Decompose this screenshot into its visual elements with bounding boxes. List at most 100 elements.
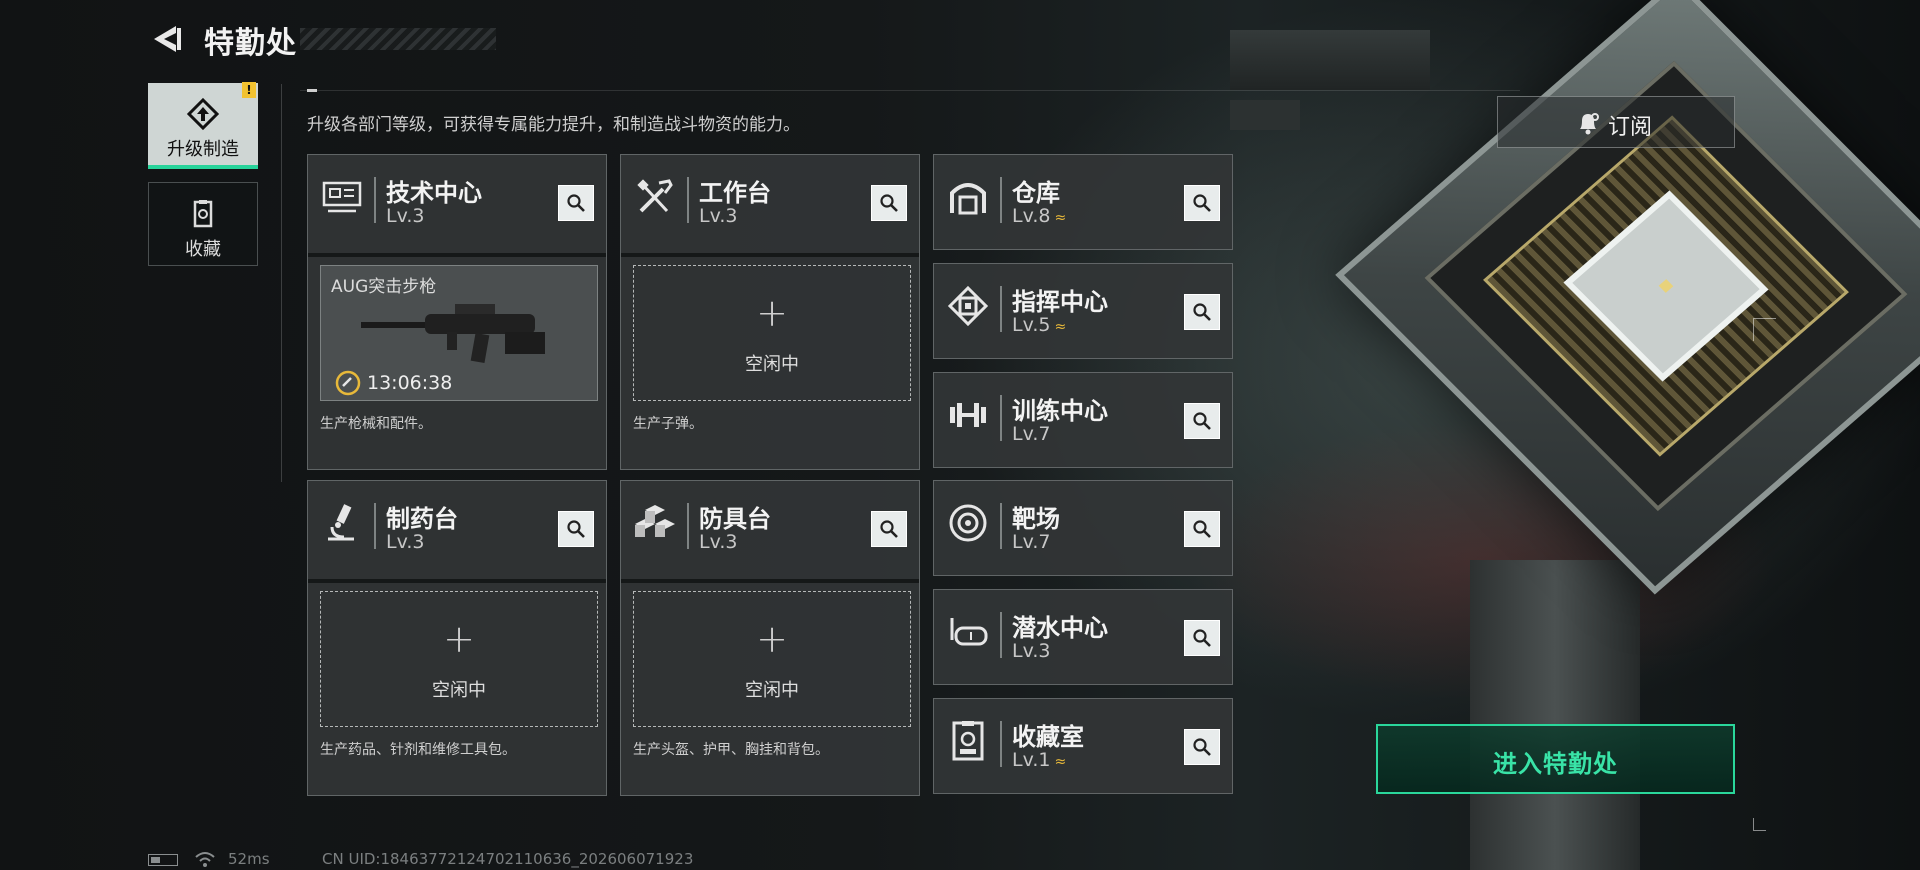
dept-card-range[interactable]: 靶场 Lv.7 [933,480,1233,576]
search-icon [1193,520,1211,538]
production-slot-empty[interactable]: + 空闲中 [633,265,911,401]
sidebar-item-label: 收藏 [185,239,221,260]
dumbbell-icon [950,403,986,427]
dept-note: 生产药品、针剂和维修工具包。 [320,742,516,758]
dept-name: 指挥中心 [1012,288,1108,316]
dept-card-diving[interactable]: 潜水中心 Lv.3 [933,589,1233,685]
dept-level: Lv.3 [386,205,425,227]
upgrade-icon [186,97,220,131]
sidebar-item-collection[interactable]: 收藏 [148,182,258,266]
chip-icon [947,285,989,327]
warehouse-icon [950,183,986,215]
add-icon: + [443,617,475,661]
sidebar-item-label: 升级制造 [167,139,239,160]
subscribe-button[interactable]: 订阅 [1497,96,1735,148]
search-button[interactable] [1184,620,1220,656]
tools-icon [637,179,673,213]
dept-card-vault[interactable]: 收藏室 Lv.1 ≈ [933,698,1233,794]
bell-subscribe-icon [1580,113,1599,135]
upgrade-available-icon: ≈ [1054,319,1066,335]
back-arrow-icon [154,26,181,52]
search-button[interactable] [1184,511,1220,547]
search-button[interactable] [1184,294,1220,330]
vault-icon [952,721,984,761]
target-icon [949,504,987,542]
search-icon [1193,303,1211,321]
dept-note: 生产子弹。 [633,416,703,432]
dept-name: 技术中心 [386,179,482,207]
user-uid: CN UID:18463772124702110636_202606071923 [322,850,694,868]
timer-icon [335,370,361,396]
search-button[interactable] [871,185,907,221]
dept-card-training[interactable]: 训练中心 Lv.7 [933,372,1233,468]
production-slot-empty[interactable]: + 空闲中 [320,591,598,727]
scene-beam [1230,30,1430,90]
search-icon [880,194,898,212]
dept-note: 生产头盔、护甲、胸挂和背包。 [633,742,829,758]
dept-name: 防具台 [699,505,771,533]
dept-name: 制药台 [386,505,458,533]
diving-mask-icon [950,618,988,646]
frame-corner [1753,318,1776,341]
search-icon [567,520,585,538]
subscribe-label: 订阅 [1608,115,1653,140]
production-timer: 13:06:38 [367,372,453,394]
dept-level: Lv.5 ≈ [1012,314,1066,336]
upgrade-available-icon: ≈ [1054,210,1066,226]
search-icon [1193,412,1211,430]
search-button[interactable] [558,511,594,547]
dept-name: 收藏室 [1012,723,1084,751]
dept-card-command[interactable]: 指挥中心 Lv.5 ≈ [933,263,1233,359]
dept-note: 生产枪械和配件。 [320,416,432,432]
slot-status: 空闲中 [432,680,486,701]
dept-header: 工作台 Lv.3 [621,155,919,249]
production-item-name: AUG突击步枪 [331,277,437,297]
dept-header: 制药台 Lv.3 [308,481,606,575]
dept-level: Lv.1 ≈ [1012,749,1066,771]
microscope-icon [328,504,354,541]
divider [300,90,1520,91]
dept-card-tech: 技术中心 Lv.3 AUG突击步枪 13:06:38 生产枪械和配件。 [307,154,607,470]
armor-blocks-icon [635,505,675,537]
frame-corner [1753,818,1766,831]
dept-name: 靶场 [1012,505,1060,533]
search-button[interactable] [1184,185,1220,221]
dept-level: Lv.3 [386,531,425,553]
enter-special-ops-button[interactable]: 进入特勤处 [1376,724,1735,794]
search-icon [567,194,585,212]
add-icon: + [756,617,788,661]
dept-name: 工作台 [699,179,771,207]
monitor-icon [322,181,362,213]
slot-status: 空闲中 [745,680,799,701]
add-icon: + [756,291,788,335]
dept-level: Lv.7 [1012,531,1051,553]
production-slot-empty[interactable]: + 空闲中 [633,591,911,727]
search-button[interactable] [1184,729,1220,765]
dept-card-workbench: 工作台 Lv.3 + 空闲中 生产子弹。 [620,154,920,470]
dept-card-warehouse[interactable]: 仓库 Lv.8 ≈ [933,154,1233,250]
battery-icon [148,854,178,866]
production-slot[interactable]: AUG突击步枪 13:06:38 [320,265,598,401]
search-icon [880,520,898,538]
scene-pillar [1470,560,1640,870]
search-button[interactable] [1184,403,1220,439]
dept-level: Lv.3 [1012,640,1051,662]
back-button[interactable] [150,22,184,56]
scene-beam [1230,100,1300,130]
page-description: 升级各部门等级，可获得专属能力提升，和制造战斗物资的能力。 [307,115,800,135]
upgrade-available-icon: ≈ [1054,754,1066,770]
enter-label: 进入特勤处 [1493,750,1618,778]
wifi-icon [195,852,215,867]
sidebar-divider [281,84,282,482]
dept-name: 仓库 [1012,179,1060,207]
ping-value: 52ms [228,850,270,868]
search-button[interactable] [558,185,594,221]
dept-card-armor: 防具台 Lv.3 + 空闲中 生产头盔、护甲、胸挂和背包。 [620,480,920,796]
search-icon [1193,738,1211,756]
dept-name: 训练中心 [1012,397,1108,425]
aug-rifle-image [361,304,545,364]
dept-level: Lv.3 [699,531,738,553]
search-button[interactable] [871,511,907,547]
divider-mark [307,89,317,92]
search-icon [1193,194,1211,212]
